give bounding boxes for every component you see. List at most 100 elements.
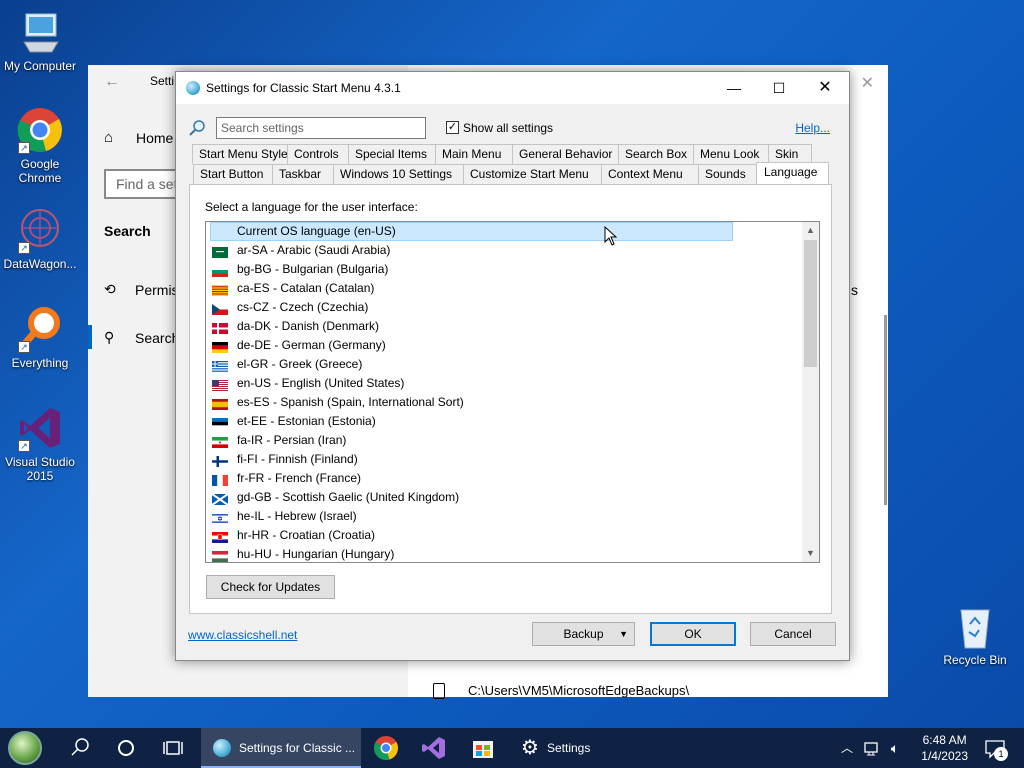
tab-special-items[interactable]: Special Items — [348, 144, 436, 164]
nav-permissions[interactable]: Permis — [135, 282, 179, 298]
gear-icon: ⚙ — [521, 737, 539, 759]
taskbar-app-settings[interactable]: ⚙ Settings — [513, 728, 613, 768]
task-view-button[interactable] — [152, 728, 194, 768]
language-label: fa-IR - Persian (Iran) — [237, 433, 347, 447]
language-list[interactable]: Current OS language (en-US) ar-SA - Arabi… — [205, 221, 820, 563]
show-all-settings-label[interactable]: Show all settings — [463, 121, 553, 135]
minimize-icon[interactable]: — — [711, 72, 757, 104]
language-list-item[interactable]: fr-FR - French (France) — [206, 469, 803, 488]
language-panel: Select a language for the user interface… — [189, 184, 832, 614]
classicshell-website-link[interactable]: www.classicshell.net — [188, 628, 297, 642]
taskbar-app-classic-shell[interactable]: Settings for Classic ... — [201, 728, 361, 768]
language-list-item[interactable]: de-DE - German (Germany) — [206, 336, 803, 355]
tab-search-box[interactable]: Search Box — [618, 144, 694, 164]
tab-main-menu[interactable]: Main Menu — [435, 144, 513, 164]
vertical-scrollbar[interactable]: ▲ ▼ — [802, 222, 819, 562]
backup-path[interactable]: C:\Users\VM5\MicrosoftEdgeBackups\ — [468, 683, 689, 698]
tab-taskbar[interactable]: Taskbar — [272, 164, 334, 184]
language-list-item[interactable]: et-EE - Estonian (Estonia) — [206, 412, 803, 431]
cancel-button[interactable]: Cancel — [750, 622, 836, 646]
language-list-item[interactable]: ar-SA - Arabic (Saudi Arabia) — [206, 241, 803, 260]
tab-context-menu[interactable]: Context Menu — [601, 164, 699, 184]
scroll-down-icon[interactable]: ▼ — [802, 545, 819, 562]
tab-skin[interactable]: Skin — [768, 144, 812, 164]
check-for-updates-button[interactable]: Check for Updates — [206, 575, 335, 599]
language-label: da-DK - Danish (Denmark) — [237, 319, 380, 333]
desktop-icon-my-computer[interactable]: My Computer — [0, 8, 80, 73]
ok-button[interactable]: OK — [650, 622, 736, 646]
search-button[interactable] — [60, 728, 100, 768]
taskbar-chrome[interactable] — [366, 728, 406, 768]
language-list-item[interactable]: bg-BG - Bulgarian (Bulgaria) — [206, 260, 803, 279]
tab-windows-10-settings[interactable]: Windows 10 Settings — [333, 164, 464, 184]
language-list-item[interactable]: el-GR - Greek (Greece) — [206, 355, 803, 374]
language-list-item[interactable]: cs-CZ - Czech (Czechia) — [206, 298, 803, 317]
language-label: de-DE - German (Germany) — [237, 338, 386, 352]
flag-ca-icon — [212, 283, 228, 296]
datawagon-icon: ↗ — [16, 206, 64, 254]
search-settings-input[interactable]: Search settings — [216, 117, 426, 139]
language-list-item[interactable]: gd-GB - Scottish Gaelic (United Kingdom) — [206, 488, 803, 507]
desktop-icon-label: DataWagon... — [3, 257, 77, 271]
desktop-icon-google-chrome[interactable]: ↗ Google Chrome — [0, 106, 80, 185]
help-link[interactable]: Help... — [795, 121, 830, 135]
volume-icon[interactable]: 🔈︎ — [884, 728, 906, 768]
back-arrow-icon[interactable]: ← — [104, 73, 120, 91]
tab-start-button[interactable]: Start Button — [193, 164, 273, 184]
chrome-icon — [374, 736, 398, 760]
language-list-item[interactable]: fi-FI - Finnish (Finland) — [206, 450, 803, 469]
language-list-item[interactable]: hr-HR - Croatian (Croatia) — [206, 526, 803, 545]
desktop-icon-label: Everything — [11, 356, 69, 370]
language-list-item[interactable]: es-ES - Spanish (Spain, International So… — [206, 393, 803, 412]
desktop-icon-datawagon[interactable]: ↗ DataWagon... — [0, 206, 80, 271]
maximize-icon[interactable]: ☐ — [756, 72, 802, 104]
title-bar[interactable]: Settings for Classic Start Menu 4.3.1 — … — [176, 72, 849, 104]
clock[interactable]: 6:48 AM 1/4/2023 — [921, 732, 968, 764]
taskbar-visual-studio[interactable] — [413, 728, 453, 768]
tab-language[interactable]: Language — [756, 162, 829, 184]
dialog-title: Settings for Classic Start Menu 4.3.1 — [206, 81, 401, 95]
scrollbar[interactable] — [884, 315, 887, 505]
language-list-item[interactable]: fa-IR - Persian (Iran) — [206, 431, 803, 450]
tab-controls[interactable]: Controls — [287, 144, 349, 164]
permissions-icon: ⟲ — [104, 281, 116, 297]
scroll-up-icon[interactable]: ▲ — [802, 222, 819, 239]
close-icon[interactable]: ✕ — [802, 72, 848, 104]
nav-home[interactable]: Home — [136, 130, 173, 146]
show-hidden-icons-chevron-icon[interactable]: ︿ — [836, 728, 858, 768]
tab-start-menu-style[interactable]: Start Menu Style — [192, 144, 288, 164]
classic-shell-icon — [186, 81, 200, 95]
notifications-button[interactable]: 1 — [980, 728, 1010, 768]
nav-search[interactable]: Search — [135, 330, 179, 346]
start-button[interactable] — [8, 731, 42, 765]
tab-general-behavior[interactable]: General Behavior — [512, 144, 619, 164]
tab-menu-look[interactable]: Menu Look — [693, 144, 769, 164]
language-list-item[interactable]: da-DK - Danish (Denmark) — [206, 317, 803, 336]
tab-customize-start-menu[interactable]: Customize Start Menu — [463, 164, 602, 184]
backup-button[interactable]: Backup ▼ — [532, 622, 635, 646]
desktop-icon-visual-studio[interactable]: ↗ Visual Studio 2015 — [0, 404, 80, 483]
flag-gr-icon — [212, 359, 228, 372]
language-list-item[interactable]: Current OS language (en-US) — [210, 222, 733, 241]
tab-sounds[interactable]: Sounds — [698, 164, 757, 184]
show-all-settings-checkbox[interactable]: ✓ — [446, 121, 459, 134]
flag-sa-icon — [212, 245, 228, 258]
language-label: et-EE - Estonian (Estonia) — [237, 414, 376, 428]
desktop-icon-everything[interactable]: ↗ Everything — [0, 305, 80, 370]
network-icon[interactable] — [861, 728, 883, 768]
language-list-item[interactable]: en-US - English (United States) — [206, 374, 803, 393]
language-label: hr-HR - Croatian (Croatia) — [237, 528, 376, 542]
cortana-button[interactable] — [106, 728, 146, 768]
language-list-item[interactable]: he-IL - Hebrew (Israel) — [206, 507, 803, 526]
desktop-icon-recycle-bin[interactable]: Recycle Bin — [935, 602, 1015, 667]
everything-search-icon: ↗ — [16, 305, 64, 353]
language-label: en-US - English (United States) — [237, 376, 405, 390]
language-list-item[interactable]: ca-ES - Catalan (Catalan) — [206, 279, 803, 298]
close-icon[interactable]: ✕ — [861, 73, 874, 93]
tabs-row-1: Start Menu Style Controls Special Items … — [192, 144, 812, 164]
flag-dk-icon — [212, 321, 228, 334]
taskbar-store[interactable] — [462, 728, 504, 768]
scrollbar-thumb[interactable] — [804, 240, 817, 367]
language-list-item[interactable]: hu-HU - Hungarian (Hungary) — [206, 545, 803, 562]
clock-date: 1/4/2023 — [921, 749, 968, 763]
